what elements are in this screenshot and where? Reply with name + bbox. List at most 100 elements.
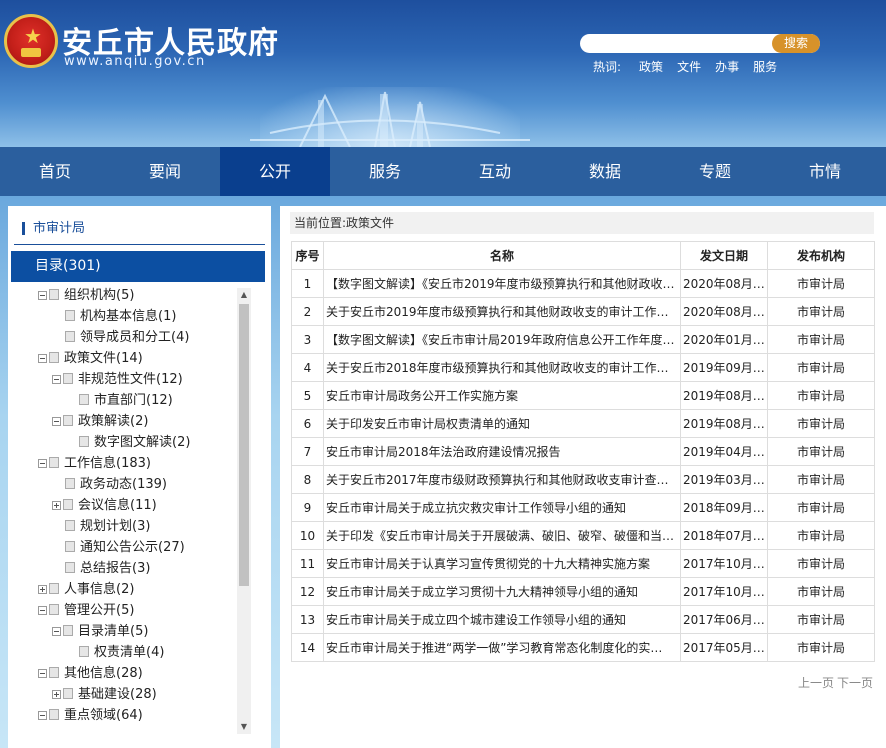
collapse-icon[interactable] (38, 711, 47, 720)
publisher: 市审计局 (767, 297, 875, 326)
divider (14, 244, 265, 245)
nav-item-news[interactable]: 要闻 (110, 147, 220, 196)
tree-item[interactable]: 组织机构(5) (38, 286, 134, 306)
folder-icon (65, 478, 75, 489)
collapse-icon[interactable] (38, 669, 47, 678)
tree-item[interactable]: 机构基本信息(1) (52, 307, 176, 327)
catalog-tree: 组织机构(5) 机构基本信息(1) 领导成员和分工(4) 政策文件(14) 非规范性文件… (8, 286, 236, 748)
tree-item[interactable]: 权责清单(4) (66, 643, 164, 663)
publish-date: 2017年10月… (680, 577, 768, 606)
document-title-link[interactable]: 安丘市审计局关于成立抗灾救灾审计工作领导小组的通知 (323, 493, 681, 522)
nav-item-disclosure[interactable]: 公开 (220, 147, 330, 196)
tree-item-label: 机构基本信息(1) (80, 309, 177, 324)
collapse-icon[interactable] (52, 375, 61, 384)
nav-item-services[interactable]: 服务 (330, 147, 440, 196)
folder-icon (63, 688, 73, 699)
expand-icon[interactable] (52, 501, 61, 510)
nav-item-interaction[interactable]: 互动 (440, 147, 550, 196)
scroll-thumb[interactable] (239, 304, 249, 586)
document-title-link[interactable]: 关于安丘市2018年度市级预算执行和其他财政收支的审计工作报… (323, 353, 681, 382)
tree-item[interactable]: 通知公告公示(27) (52, 538, 185, 558)
tree-item[interactable]: 目录清单(5) (52, 622, 148, 642)
tree-item-label: 其他信息(28) (64, 666, 143, 681)
national-emblem-icon: ★ (4, 14, 58, 68)
tree-item[interactable]: 其他信息(28) (38, 664, 143, 684)
tree-item[interactable]: 管理公开(5) (38, 601, 134, 621)
expand-icon[interactable] (38, 585, 47, 594)
nav-item-topics[interactable]: 专题 (660, 147, 770, 196)
tree-item[interactable]: 会议信息(11) (52, 496, 157, 516)
tree-item[interactable]: 非规范性文件(12) (52, 370, 183, 390)
tree-item[interactable]: 基础建设(28) (52, 685, 157, 705)
search-button[interactable]: 搜索 (772, 34, 820, 53)
document-title-link[interactable]: 安丘市审计局2018年法治政府建设情况报告 (323, 437, 681, 466)
document-title-link[interactable]: 安丘市审计局关于推进“两学一做”学习教育常态化制度化的实… (323, 633, 681, 662)
collapse-icon[interactable] (38, 606, 47, 615)
tree-item[interactable]: 市直部门(12) (66, 391, 173, 411)
publisher: 市审计局 (767, 521, 875, 550)
row-index: 14 (291, 633, 324, 662)
scroll-up-icon[interactable]: ▲ (237, 288, 251, 302)
nav-item-city-info[interactable]: 市情 (770, 147, 880, 196)
breadcrumb: 当前位置:政策文件 (290, 212, 874, 234)
department-title: 市审计局 (22, 222, 85, 235)
nav-item-data[interactable]: 数据 (550, 147, 660, 196)
publisher: 市审计局 (767, 549, 875, 578)
folder-icon (65, 562, 75, 573)
collapse-icon[interactable] (52, 417, 61, 426)
nav-item-home[interactable]: 首页 (0, 147, 110, 196)
tree-item[interactable]: 政务动态(139) (52, 475, 167, 495)
tree-item[interactable]: 总结报告(3) (52, 559, 150, 579)
table-row: 11 安丘市审计局关于认真学习宣传贯彻党的十九大精神实施方案 2017年10月… 市审… (291, 549, 875, 578)
tree-item[interactable]: 人事信息(2) (38, 580, 134, 600)
breadcrumb-current[interactable]: 政策文件 (346, 216, 394, 230)
hotword-link[interactable]: 政策 (639, 60, 663, 74)
hotword-link[interactable]: 文件 (677, 60, 701, 74)
folder-icon (65, 541, 75, 552)
search-input[interactable] (588, 36, 768, 51)
table-row: 2 关于安丘市2019年度市级预算执行和其他财政收支的审计工作报… 2020年08月… (291, 297, 875, 326)
tree-scrollbar[interactable]: ▲ ▼ (237, 288, 251, 734)
document-title-link[interactable]: 关于印发《安丘市审计局关于开展破满、破旧、破窄、破僵和当… (323, 521, 681, 550)
tree-item[interactable]: 领导成员和分工(4) (52, 328, 189, 348)
document-title-link[interactable]: 安丘市审计局政务公开工作实施方案 (323, 381, 681, 410)
tree-item-label: 总结报告(3) (80, 561, 151, 576)
catalog-header[interactable]: 目录(301) (11, 251, 265, 282)
tree-item[interactable]: 规划计划(3) (52, 517, 150, 537)
publish-date: 2019年04月… (680, 437, 768, 466)
next-page-link[interactable]: 下一页 (837, 676, 873, 690)
document-title-link[interactable]: 安丘市审计局关于成立学习贯彻十九大精神领导小组的通知 (323, 577, 681, 606)
tree-item-label: 政策文件(14) (64, 351, 143, 366)
scroll-down-icon[interactable]: ▼ (237, 720, 251, 734)
collapse-icon[interactable] (52, 627, 61, 636)
tree-item[interactable]: 重点领域(64) (38, 706, 143, 726)
tree-item[interactable]: 工作信息(183) (38, 454, 151, 474)
folder-icon (79, 436, 89, 447)
collapse-icon[interactable] (38, 354, 47, 363)
document-title-link[interactable]: 安丘市审计局关于认真学习宣传贯彻党的十九大精神实施方案 (323, 549, 681, 578)
folder-icon (49, 352, 59, 363)
tree-item[interactable]: 数字图文解读(2) (66, 433, 190, 453)
publish-date: 2017年05月… (680, 633, 768, 662)
folder-icon (49, 583, 59, 594)
document-title-link[interactable]: 【数字图文解读】《安丘市审计局2019年政府信息公开工作年度… (323, 325, 681, 354)
publish-date: 2017年10月… (680, 549, 768, 578)
tree-item[interactable]: 政策文件(14) (38, 349, 143, 369)
document-title-link[interactable]: 关于安丘市2017年度市级财政预算执行和其他财政收支审计查出… (323, 465, 681, 494)
document-title-link[interactable]: 关于印发安丘市审计局权责清单的通知 (323, 409, 681, 438)
prev-page-link[interactable]: 上一页 (798, 676, 834, 690)
document-title-link[interactable]: 关于安丘市2019年度市级预算执行和其他财政收支的审计工作报… (323, 297, 681, 326)
collapse-icon[interactable] (38, 459, 47, 468)
hotwords: 热词: 政策 文件 办事 服务 (593, 58, 791, 75)
document-title-link[interactable]: 【数字图文解读】《安丘市2019年度市级预算执行和其他财政收… (323, 269, 681, 298)
tree-item[interactable]: 政策解读(2) (52, 412, 148, 432)
expand-icon[interactable] (52, 690, 61, 699)
document-title-link[interactable]: 安丘市审计局关于成立四个城市建设工作领导小组的通知 (323, 605, 681, 634)
hotword-link[interactable]: 服务 (753, 60, 777, 74)
folder-icon (49, 289, 59, 300)
column-header-name: 名称 (323, 241, 681, 270)
collapse-icon[interactable] (38, 291, 47, 300)
publish-date: 2018年09月… (680, 493, 768, 522)
hotword-link[interactable]: 办事 (715, 60, 739, 74)
tree-item-label: 数字图文解读(2) (94, 435, 191, 450)
